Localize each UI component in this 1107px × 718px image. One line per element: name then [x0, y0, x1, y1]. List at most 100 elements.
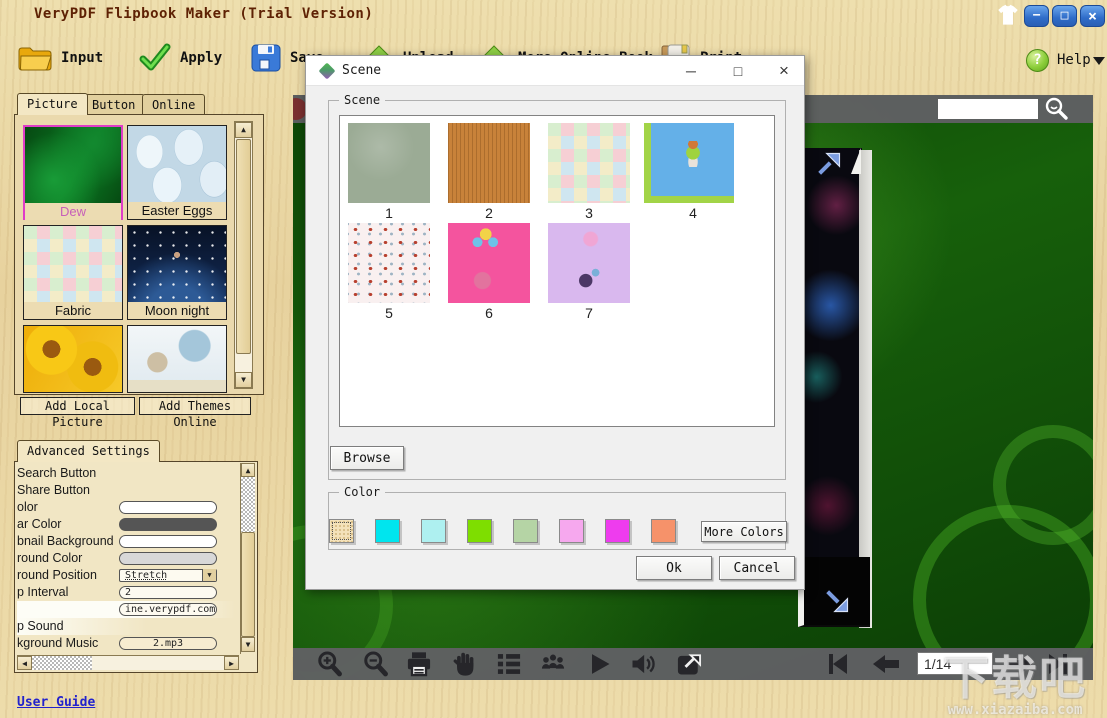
minimize-button[interactable]: −: [1024, 5, 1049, 27]
maximize-button[interactable]: □: [1052, 5, 1077, 27]
close-button[interactable]: ×: [1080, 5, 1105, 27]
fullscreen-icon[interactable]: [675, 650, 703, 678]
zoom-in-icon[interactable]: [315, 650, 343, 678]
dialog-title-bar[interactable]: Scene ─ □ ×: [306, 56, 804, 86]
scene-thumb-number: 7: [548, 305, 630, 321]
scene-thumb-5[interactable]: [348, 223, 430, 303]
theme-scrollbar[interactable]: ▲ ▼: [234, 121, 253, 389]
setting-row[interactable]: ar Color: [17, 516, 235, 533]
ok-button[interactable]: Ok: [636, 556, 712, 580]
color-swatch-field[interactable]: [119, 518, 217, 531]
scrollbar-track[interactable]: [92, 656, 224, 670]
scene-thumb-7[interactable]: [548, 223, 630, 303]
dialog-close-button[interactable]: ×: [762, 56, 806, 86]
setting-row[interactable]: Share Button: [17, 482, 235, 499]
scrollbar-thumb[interactable]: [32, 656, 92, 670]
zoom-out-icon[interactable]: [361, 650, 389, 678]
thumbnail-list-icon[interactable]: [495, 650, 523, 678]
scroll-down-icon[interactable]: ▼: [235, 372, 252, 388]
user-guide-link[interactable]: User Guide: [17, 695, 95, 710]
scene-thumb-2[interactable]: [448, 123, 530, 203]
scene-thumb-6[interactable]: [448, 223, 530, 303]
flipbook-page[interactable]: [805, 148, 862, 625]
help-button[interactable]: ? Help: [1026, 44, 1091, 76]
share-people-icon[interactable]: [539, 650, 567, 678]
search-icon[interactable]: [1043, 96, 1069, 122]
scene-dialog-icon: [319, 63, 336, 80]
scroll-up-icon[interactable]: ▲: [235, 122, 252, 138]
help-dropdown-arrow-icon[interactable]: [1093, 57, 1105, 65]
setting-row[interactable]: round Position Stretch ▼: [17, 567, 235, 584]
dialog-minimize-button[interactable]: ─: [669, 56, 713, 86]
prev-page-icon[interactable]: [871, 653, 901, 675]
first-page-button[interactable]: [829, 654, 847, 674]
scroll-left-icon[interactable]: ◀: [17, 656, 32, 670]
scrollbar-thumb[interactable]: [236, 139, 251, 354]
page-curl-up-arrow-icon[interactable]: [815, 150, 843, 178]
color-swatch-chartreuse[interactable]: [467, 519, 492, 543]
settings-scrollbar-horizontal[interactable]: ◀ ▶: [17, 655, 239, 670]
search-input[interactable]: [938, 99, 1038, 119]
color-swatch-pink[interactable]: [559, 519, 584, 543]
add-themes-online-button[interactable]: Add Themes Online: [139, 397, 251, 415]
last-page-button[interactable]: [1049, 654, 1067, 674]
color-swatch-field[interactable]: [119, 552, 217, 565]
setting-row[interactable]: p Interval2: [17, 584, 235, 601]
scene-thumb-1[interactable]: [348, 123, 430, 203]
color-swatch-palecyan[interactable]: [421, 519, 446, 543]
theme-dew[interactable]: Dew: [23, 125, 123, 220]
add-local-picture-button[interactable]: Add Local Picture: [20, 397, 135, 415]
setting-row[interactable]: Search Button: [17, 465, 235, 482]
color-swatch-tan[interactable]: [329, 519, 354, 543]
skin-icon[interactable]: [995, 3, 1021, 29]
cancel-button[interactable]: Cancel: [719, 556, 795, 580]
scene-thumb-4[interactable]: [644, 123, 734, 203]
scene-thumb-3[interactable]: [548, 123, 630, 203]
more-colors-button[interactable]: More Colors: [701, 521, 787, 542]
settings-scrollbar-vertical[interactable]: ▲ ▼: [240, 463, 255, 654]
setting-row[interactable]: olor: [17, 499, 235, 516]
music-file-button[interactable]: 2.mp3: [119, 637, 217, 650]
color-swatch-sage[interactable]: [513, 519, 538, 543]
url-input[interactable]: ine.verypdf.com: [119, 603, 217, 616]
setting-row[interactable]: round Color: [17, 550, 235, 567]
chevron-down-icon[interactable]: ▼: [202, 569, 216, 581]
browse-button[interactable]: Browse: [330, 446, 404, 470]
position-dropdown[interactable]: Stretch ▼: [119, 569, 217, 582]
setting-label: kground Music: [17, 636, 98, 650]
scrollbar-track[interactable]: [241, 477, 255, 532]
color-swatch-field[interactable]: [119, 501, 217, 514]
theme-moon-night[interactable]: Moon night: [127, 225, 227, 320]
setting-row[interactable]: bnail Background: [17, 533, 235, 550]
color-swatch-field[interactable]: [119, 535, 217, 548]
tab-online[interactable]: Online: [142, 94, 205, 115]
page-curl-down-arrow-icon[interactable]: [823, 587, 851, 615]
scrollbar-thumb[interactable]: [241, 532, 255, 637]
setting-row[interactable]: p Sound: [17, 618, 235, 635]
theme-fabric[interactable]: Fabric: [23, 225, 123, 320]
print-icon[interactable]: [405, 650, 433, 678]
volume-icon[interactable]: [629, 650, 657, 678]
tab-button[interactable]: Button: [82, 94, 145, 115]
color-swatch-salmon[interactable]: [651, 519, 676, 543]
scroll-down-icon[interactable]: ▼: [241, 637, 255, 652]
page-number-input[interactable]: [917, 652, 993, 675]
theme-easter-eggs[interactable]: Easter Eggs: [127, 125, 227, 220]
dialog-maximize-button[interactable]: □: [716, 56, 760, 86]
tab-picture[interactable]: Picture: [17, 93, 88, 115]
interval-input[interactable]: 2: [119, 586, 217, 599]
color-swatch-magenta[interactable]: [605, 519, 630, 543]
hand-pan-icon[interactable]: [451, 650, 479, 678]
theme-windmill[interactable]: [127, 325, 227, 393]
tab-advanced-settings[interactable]: Advanced Settings: [17, 440, 160, 462]
apply-button[interactable]: Apply: [138, 42, 222, 74]
scroll-right-icon[interactable]: ▶: [224, 656, 239, 670]
play-icon[interactable]: [585, 650, 613, 678]
setting-row[interactable]: kground Music 2.mp3: [17, 635, 235, 652]
input-button[interactable]: Input: [17, 42, 103, 74]
next-page-icon[interactable]: [1005, 653, 1035, 675]
color-swatch-cyan[interactable]: [375, 519, 400, 543]
theme-sunflowers[interactable]: [23, 325, 123, 393]
scroll-up-icon[interactable]: ▲: [241, 463, 255, 477]
setting-row[interactable]: ine.verypdf.com: [17, 601, 235, 618]
